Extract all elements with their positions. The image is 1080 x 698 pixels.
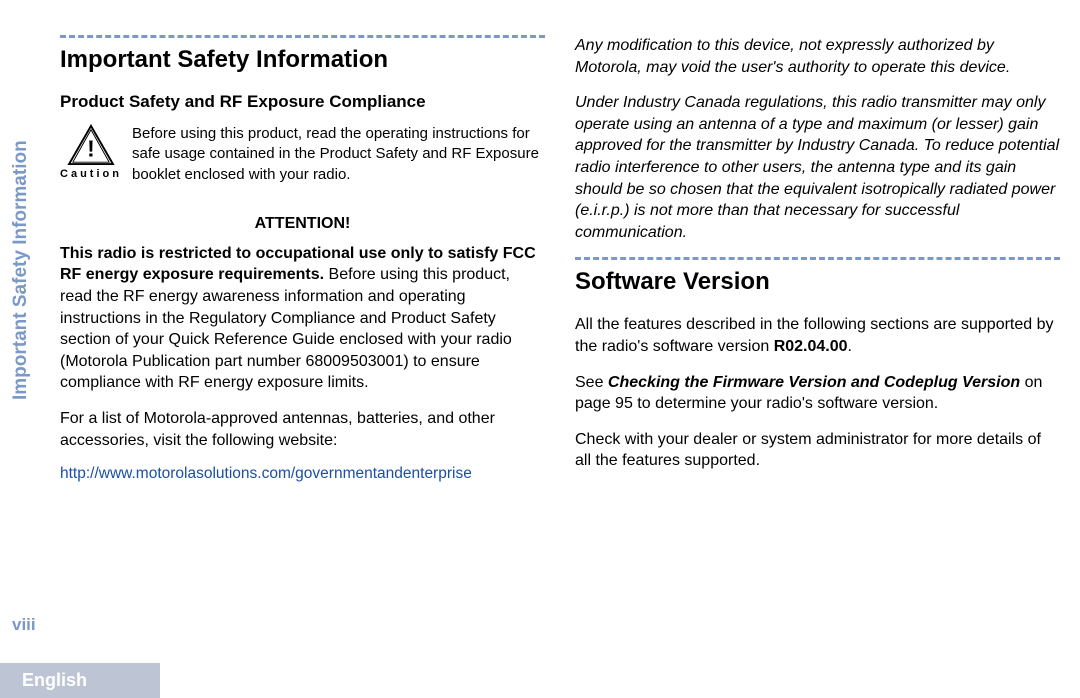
section-divider [575,257,1060,260]
left-column: Important Safety Information Product Saf… [60,35,545,648]
sidebar: Important Safety Information viii [0,0,50,698]
sv-text-c: . [848,338,852,355]
industry-canada-notice: Under Industry Canada regulations, this … [575,92,1060,243]
caution-icon-group: ! Caution [60,124,122,180]
firmware-check-reference: Checking the Firmware Version and Codepl… [608,374,1020,391]
software-version-para3: Check with your dealer or system adminis… [575,429,1060,472]
sub-heading: Product Safety and RF Exposure Complianc… [60,92,545,112]
software-version-heading: Software Version [575,268,1060,296]
content-area: Important Safety Information Product Saf… [60,35,1060,648]
motorola-link[interactable]: http://www.motorolasolutions.com/governm… [60,465,472,482]
attention-paragraph: This radio is restricted to occupational… [60,243,545,394]
attention-rest-text: Before using this product, read the RF e… [60,266,512,391]
caution-triangle-icon: ! [67,124,115,166]
sv2-text-a: See [575,374,608,391]
main-heading: Important Safety Information [60,46,545,74]
attention-heading: ATTENTION! [60,215,545,233]
software-version-para2: See Checking the Firmware Version and Co… [575,372,1060,415]
language-tab: English [0,663,160,698]
caution-label: Caution [60,168,122,180]
modification-notice: Any modification to this device, not exp… [575,35,1060,78]
software-version-number: R02.04.00 [774,338,848,355]
page-number: viii [12,615,36,635]
software-version-para1: All the features described in the follow… [575,314,1060,357]
svg-text:!: ! [87,135,95,161]
caution-text: Before using this product, read the oper… [132,124,545,185]
accessories-paragraph: For a list of Motorola-approved antennas… [60,408,545,451]
caution-block: ! Caution Before using this product, rea… [60,124,545,185]
section-divider [60,35,545,38]
side-section-title: Important Safety Information [10,140,32,400]
right-column: Any modification to this device, not exp… [575,35,1060,648]
language-label: English [22,670,87,691]
